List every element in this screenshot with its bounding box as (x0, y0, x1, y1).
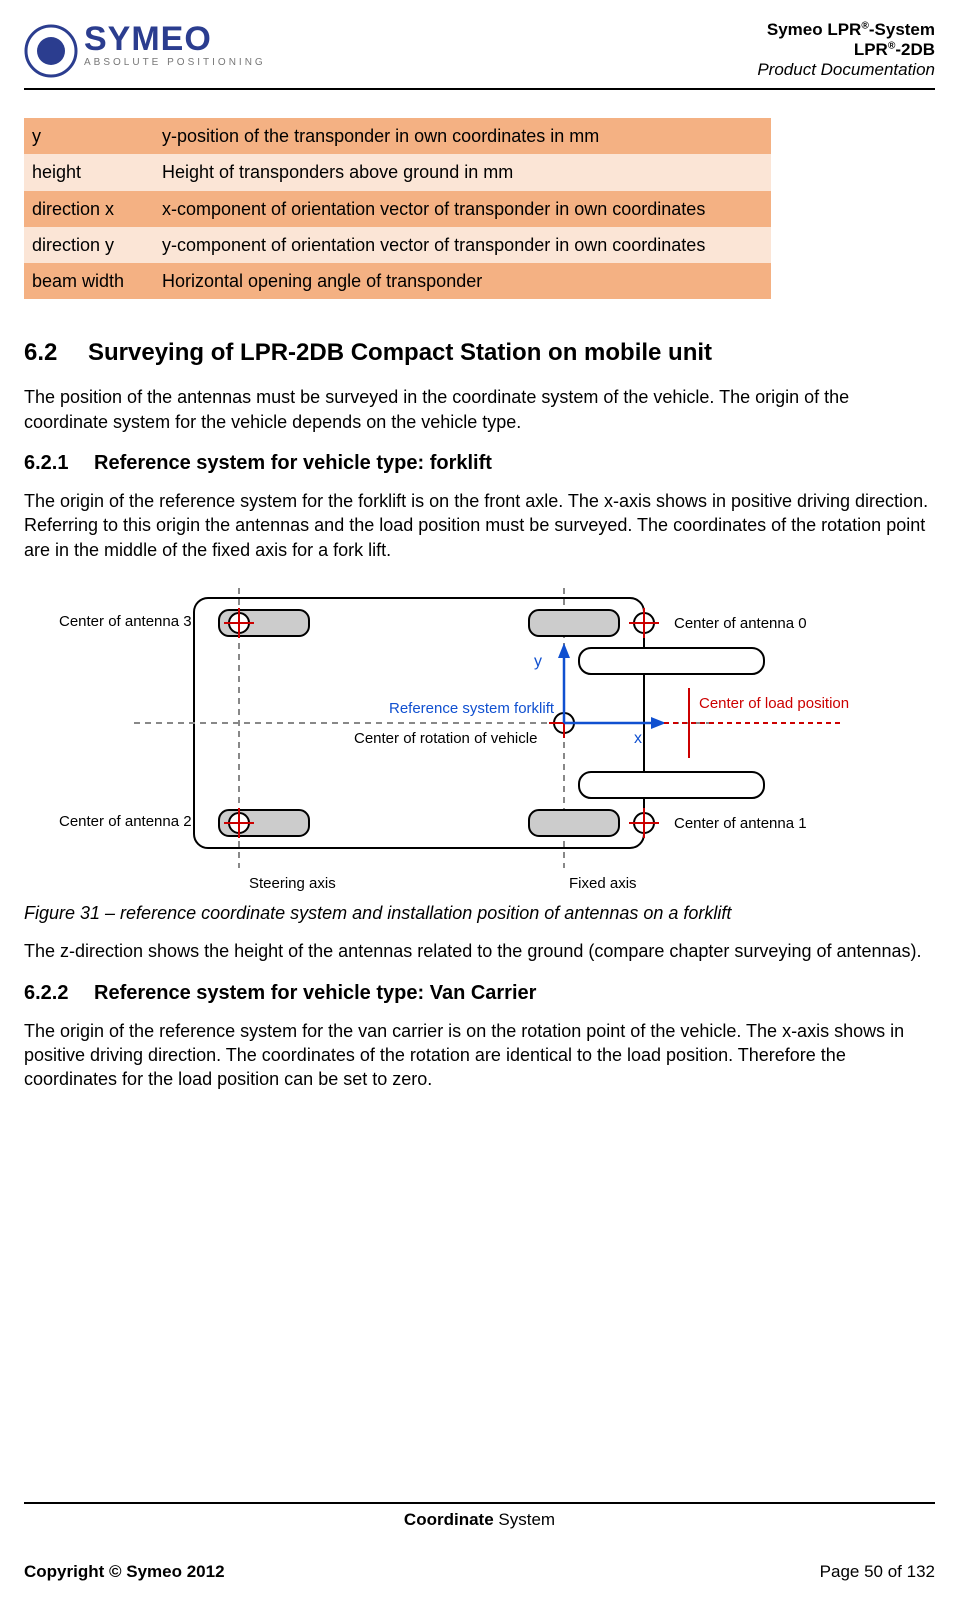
steering-axis-label: Steering axis (249, 875, 336, 892)
param-desc: Height of transponders above ground in m… (154, 154, 771, 190)
param-desc: x-component of orientation vector of tra… (154, 191, 771, 227)
brand-logo: SYMEO ABSOLUTE POSITIONING (24, 24, 266, 78)
rotation-center-label: Center of rotation of vehicle (354, 730, 537, 747)
doc-title-line1: Symeo LPR®-System (757, 20, 935, 40)
load-position-label: Center of load position (699, 695, 849, 712)
param-key: direction x (24, 191, 154, 227)
after-figure-text: The z-direction shows the height of the … (24, 939, 935, 963)
forklift-diagram: y x Reference system forklift Center of … (24, 588, 884, 898)
figure-31: y x Reference system forklift Center of … (24, 588, 935, 898)
fixed-axis-label: Fixed axis (569, 875, 637, 892)
param-key: y (24, 118, 154, 154)
doc-title-line3: Product Documentation (757, 60, 935, 80)
footer-section-label: Coordinate System (24, 1510, 935, 1530)
table-row: direction yy-component of orientation ve… (24, 227, 771, 263)
section-6-2-1-text: The origin of the reference system for t… (24, 489, 935, 562)
page-header: SYMEO ABSOLUTE POSITIONING Symeo LPR®-Sy… (24, 20, 935, 90)
axis-x-label: x (634, 730, 642, 747)
param-desc: y-component of orientation vector of tra… (154, 227, 771, 263)
heading-6-2-1: 6.2.1Reference system for vehicle type: … (24, 452, 935, 475)
brand-name: SYMEO (84, 24, 266, 55)
antenna-3-label: Center of antenna 3 (59, 613, 192, 630)
heading-6-2-2: 6.2.2Reference system for vehicle type: … (24, 982, 935, 1005)
param-desc: Horizontal opening angle of transponder (154, 263, 771, 299)
copyright: Copyright © Symeo 2012 (24, 1562, 225, 1582)
param-key: beam width (24, 263, 154, 299)
doc-title-block: Symeo LPR®-System LPR®-2DB Product Docum… (757, 20, 935, 80)
doc-title-line2: LPR®-2DB (757, 40, 935, 60)
page: SYMEO ABSOLUTE POSITIONING Symeo LPR®-Sy… (0, 0, 959, 1598)
antenna-2-label: Center of antenna 2 (59, 813, 192, 830)
page-number: Page 50 of 132 (820, 1562, 935, 1582)
page-footer: Coordinate System Copyright © Symeo 2012… (24, 1502, 935, 1582)
heading-6-2: 6.2Surveying of LPR-2DB Compact Station … (24, 339, 935, 367)
antenna-0-label: Center of antenna 0 (674, 615, 807, 632)
table-row: direction xx-component of orientation ve… (24, 191, 771, 227)
ref-system-label: Reference system forklift (389, 700, 555, 717)
figure-31-caption: Figure 31 – reference coordinate system … (24, 902, 935, 925)
table-row: heightHeight of transponders above groun… (24, 154, 771, 190)
table-row: beam widthHorizontal opening angle of tr… (24, 263, 771, 299)
param-key: direction y (24, 227, 154, 263)
antenna-1-label: Center of antenna 1 (674, 815, 807, 832)
table-row: yy-position of the transponder in own co… (24, 118, 771, 154)
axis-y-label: y (534, 653, 542, 670)
symeo-logo-icon (24, 24, 78, 78)
section-6-2-intro: The position of the antennas must be sur… (24, 385, 935, 434)
brand-tagline: ABSOLUTE POSITIONING (84, 57, 266, 68)
definition-table: yy-position of the transponder in own co… (24, 118, 771, 299)
param-key: height (24, 154, 154, 190)
param-desc: y-position of the transponder in own coo… (154, 118, 771, 154)
section-6-2-2-text: The origin of the reference system for t… (24, 1019, 935, 1092)
